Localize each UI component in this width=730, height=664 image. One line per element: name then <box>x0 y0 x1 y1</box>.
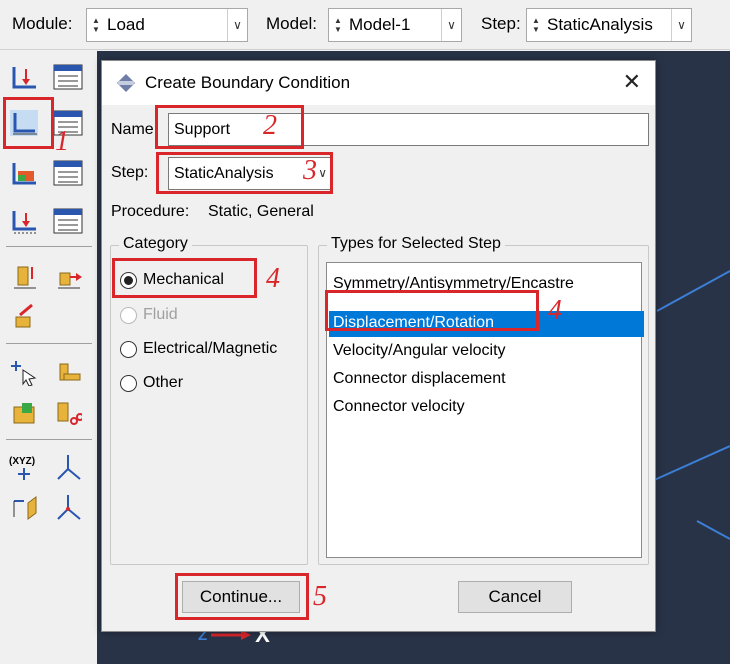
module-combo[interactable]: ▲ ▼ Load ∨ <box>86 8 248 42</box>
annotation-number-1: 1 <box>55 126 69 157</box>
field-manager-icon[interactable] <box>50 155 86 191</box>
annotation-number-5: 5 <box>313 581 327 612</box>
procedure-label: Procedure: <box>111 203 190 220</box>
list-item-connector-displacement[interactable]: Connector displacement <box>333 370 506 388</box>
annotation-number-4a: 4 <box>266 263 280 294</box>
predefined-field-icon[interactable] <box>6 155 42 191</box>
cancel-button[interactable]: Cancel <box>458 581 572 613</box>
step-label: Step: <box>481 14 521 33</box>
spin-icon[interactable]: ▲ ▼ <box>89 11 103 39</box>
annotation-box-4b <box>325 290 539 331</box>
model-value: Model-1 <box>349 15 411 34</box>
list-item-velocity[interactable]: Velocity/Angular velocity <box>333 342 506 360</box>
module-label: Module: <box>12 14 73 33</box>
radio-icon <box>120 340 137 358</box>
radio-label: Fluid <box>143 306 178 323</box>
toolbox-separator <box>6 343 92 344</box>
step-combo[interactable]: ▲ ▼ StaticAnalysis ∨ <box>526 8 692 42</box>
query-select-icon[interactable] <box>6 354 42 390</box>
module-value: Load <box>107 15 145 34</box>
context-bar: Module: ▲ ▼ Load ∨ Model: ▲ ▼ Model-1 ∨ St… <box>0 0 730 50</box>
annotation-number-3: 3 <box>303 155 317 186</box>
annotation-box-1 <box>3 97 54 149</box>
annotation-box-5 <box>175 573 309 620</box>
radio-icon <box>120 306 137 324</box>
spin-icon[interactable]: ▲ ▼ <box>331 11 345 39</box>
datum-plane-icon[interactable] <box>6 489 42 525</box>
load-case-icon[interactable] <box>6 203 42 239</box>
toolbox-separator <box>6 246 92 247</box>
radio-electrical-magnetic[interactable]: Electrical/Magnetic <box>120 340 277 358</box>
create-load-icon[interactable] <box>6 59 42 95</box>
load-case-manager-icon[interactable] <box>50 203 86 239</box>
assembly-tool-icon[interactable] <box>50 354 86 390</box>
chevron-down-icon[interactable]: ∨ <box>441 9 461 41</box>
annotation-box-4a <box>112 258 257 298</box>
datum-csys-icon[interactable]: (XYZ) <box>6 449 42 485</box>
step-label: Step: <box>111 164 149 181</box>
dialog-title: Create Boundary Condition <box>145 73 351 92</box>
annotation-number-4b: 4 <box>548 295 562 326</box>
model-label: Model: <box>266 14 318 33</box>
spin-icon[interactable]: ▲ ▼ <box>529 11 543 39</box>
name-label: Name: <box>111 121 159 138</box>
cut-partition-icon[interactable] <box>50 395 86 431</box>
radio-label: Other <box>143 374 184 391</box>
datum-axis-icon[interactable] <box>50 449 86 485</box>
category-title: Category <box>119 235 192 253</box>
annotation-number-2: 2 <box>263 110 277 141</box>
chevron-down-icon[interactable]: ∨ <box>671 9 691 41</box>
chevron-down-icon[interactable]: ∨ <box>227 9 247 41</box>
radio-other[interactable]: Other <box>120 374 183 392</box>
step-value: StaticAnalysis <box>547 15 653 34</box>
list-item-connector-velocity[interactable]: Connector velocity <box>333 398 465 416</box>
create-connector-load-icon[interactable] <box>50 259 86 295</box>
radio-icon <box>120 374 137 392</box>
radio-label: Electrical/Magnetic <box>143 340 278 357</box>
svg-text:(XYZ): (XYZ) <box>9 456 35 467</box>
load-manager-icon[interactable] <box>50 59 86 95</box>
datum-point-icon[interactable] <box>50 489 86 525</box>
dialog-titlebar[interactable]: Create Boundary Condition ✕ <box>102 61 655 105</box>
close-icon[interactable]: ✕ <box>623 69 641 95</box>
abaqus-app-icon <box>117 74 135 92</box>
radio-fluid: Fluid <box>120 306 178 324</box>
procedure-value: Static, General <box>208 203 314 220</box>
annotation-box-2 <box>155 105 304 149</box>
partition-icon[interactable] <box>6 395 42 431</box>
model-combo[interactable]: ▲ ▼ Model-1 ∨ <box>328 8 462 42</box>
create-amplitude-icon[interactable] <box>6 259 42 295</box>
types-title: Types for Selected Step <box>327 235 505 253</box>
special-load-icon[interactable] <box>6 299 42 335</box>
toolbox-separator <box>6 439 92 440</box>
